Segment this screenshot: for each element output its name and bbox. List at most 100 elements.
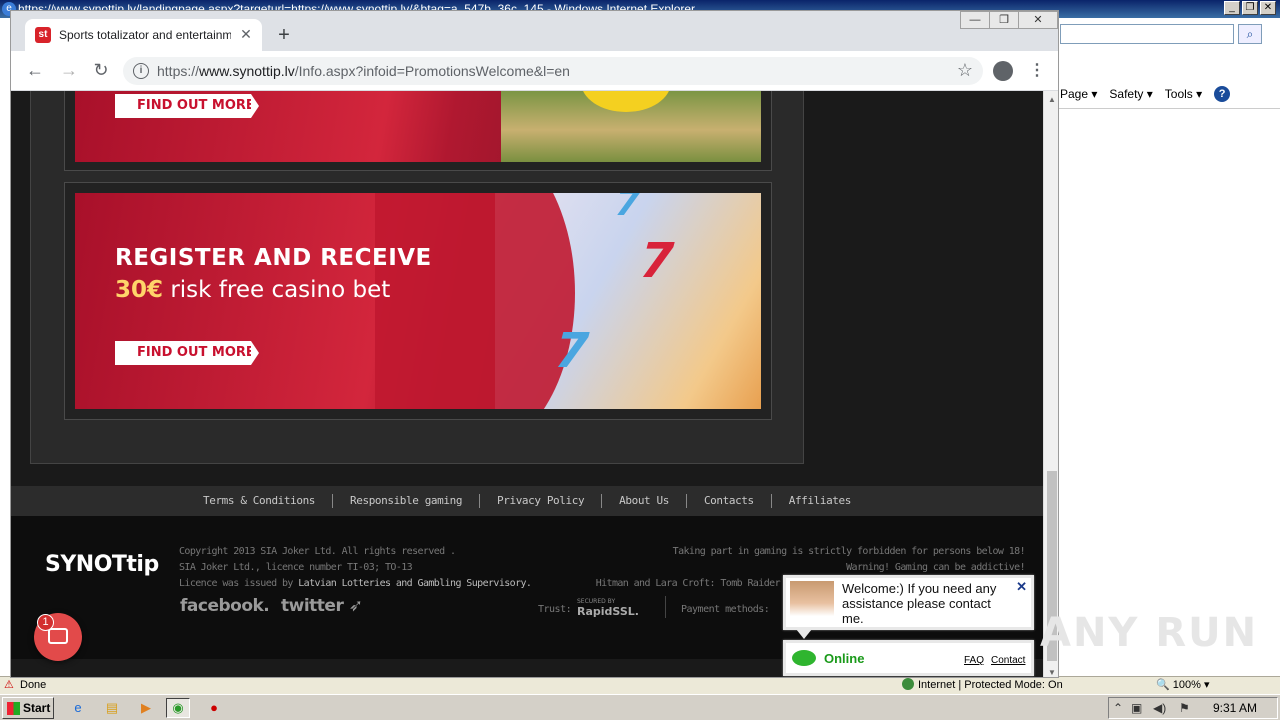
footer-nav: Terms & Conditions Responsible gaming Pr…	[11, 486, 1043, 516]
footer-link-responsible[interactable]: Responsible gaming	[332, 494, 479, 508]
find-out-more-button-2[interactable]: FIND OUT MORE	[115, 341, 259, 365]
scroll-down-icon[interactable]: ▼	[1047, 668, 1057, 677]
footer-link-terms[interactable]: Terms & Conditions	[186, 494, 332, 508]
help-icon[interactable]: ?	[1214, 86, 1231, 102]
ie-command-bar: Page ▾ Safety ▾ Tools ▾ ?	[1058, 84, 1280, 104]
ie-menu-safety[interactable]: Safety ▾	[1109, 87, 1152, 101]
chat-icon	[48, 628, 68, 644]
close-icon[interactable]: ✕	[1016, 579, 1027, 595]
page-scrollbar[interactable]: ▲ ▼	[1043, 91, 1058, 677]
chat-status: Online	[824, 651, 865, 666]
twitter-text: twitter	[281, 596, 344, 616]
ie-zoom-level: 100%	[1172, 679, 1201, 691]
trust-label: Trust:	[538, 604, 572, 615]
start-label: Start	[23, 701, 51, 715]
tab-close-icon[interactable]: ✕	[238, 26, 254, 42]
search-icon: ⌕	[1246, 27, 1254, 41]
copyright-text: Copyright 2013 SIA Joker Ltd. All rights…	[179, 546, 456, 557]
ie-restore-button[interactable]: ❐	[1242, 1, 1258, 15]
facebook-link[interactable]: facebook.	[180, 596, 270, 616]
network-icon[interactable]: ▣	[1131, 698, 1142, 718]
chat-welcome-text: Welcome:) If you need any assistance ple…	[842, 581, 997, 626]
promotions-container: FIND OUT MORE 7 7 7 REGISTER AND RECEIVE…	[30, 91, 804, 464]
globe-icon	[902, 678, 914, 690]
folder-taskbar-icon[interactable]: ▤	[100, 698, 124, 718]
twitter-link[interactable]: twitter ➶	[281, 596, 363, 616]
new-tab-button[interactable]: +	[273, 25, 295, 47]
url-scheme: https://	[157, 63, 200, 79]
tab-title: Sports totalizator and entertainment	[59, 28, 231, 42]
media-player-taskbar-icon[interactable]: ▶	[134, 698, 158, 718]
banner-swoosh	[375, 193, 575, 409]
tab-strip: st Sports totalizator and entertainment …	[11, 11, 1058, 51]
url-path: /Info.aspx?infoid=PromotionsWelcome&l=en	[294, 63, 570, 79]
faq-link[interactable]: FAQ	[964, 655, 984, 666]
ball-graphic	[581, 91, 671, 112]
chat-bubble-icon	[792, 650, 816, 666]
chrome-window-controls: — ❐ ✕	[960, 11, 1058, 29]
banner-frame-2: 7 7 7 REGISTER AND RECEIVE 30€ risk free…	[64, 182, 772, 420]
tray-expand-icon[interactable]: ⌃	[1113, 698, 1123, 718]
address-bar[interactable]: i https://www.synottip.lv/Info.aspx?info…	[123, 57, 983, 85]
chrome-toolbar: ← → ↻ i https://www.synottip.lv/Info.asp…	[11, 51, 1058, 91]
promo-banner-2[interactable]: 7 7 7 REGISTER AND RECEIVE 30€ risk free…	[75, 193, 761, 409]
footer-link-about[interactable]: About Us	[601, 494, 686, 508]
footer-link-contacts[interactable]: Contacts	[685, 494, 771, 508]
promo-banner-1-photo	[501, 91, 761, 162]
url-text: https://www.synottip.lv/Info.aspx?infoid…	[157, 63, 570, 79]
rapidssl-badge[interactable]: SECURED BY RapidSSL.	[577, 598, 639, 618]
close-button[interactable]: ✕	[1018, 11, 1058, 29]
ie-content-area	[1058, 108, 1280, 676]
supervisory-link[interactable]: Latvian Lotteries and Gambling Superviso…	[298, 578, 532, 589]
banner-frame-1: FIND OUT MORE	[64, 91, 772, 171]
ie-status-bar: ⚠ Done Internet | Protected Mode: On 🔍 1…	[0, 676, 1280, 694]
ie-zone: Internet | Protected Mode: On	[902, 677, 1063, 694]
favicon-icon: st	[35, 27, 51, 43]
site-info-icon[interactable]: i	[133, 63, 149, 79]
promo-banner-1[interactable]: FIND OUT MORE	[75, 91, 761, 162]
account-icon[interactable]	[993, 61, 1013, 81]
banner-subline-text: risk free casino bet	[170, 277, 391, 303]
chat-status-bar[interactable]: Online FAQ Contact	[783, 640, 1034, 676]
ie-window-area: ⌕ Page ▾ Safety ▾ Tools ▾ ?	[1058, 18, 1280, 676]
ie-search-box[interactable]	[1060, 24, 1234, 44]
reload-button[interactable]: ↻	[89, 59, 113, 83]
scroll-up-icon[interactable]: ▲	[1047, 95, 1057, 104]
start-button[interactable]: Start	[2, 697, 54, 719]
chrome-taskbar-icon[interactable]: ◉	[166, 698, 190, 718]
restore-button[interactable]: ❐	[989, 11, 1019, 29]
opera-taskbar-icon[interactable]: ●	[202, 698, 226, 718]
ie-taskbar-icon[interactable]: e	[66, 698, 90, 718]
payment-label: Payment methods:	[681, 604, 770, 615]
chat-welcome-popup[interactable]: Welcome:) If you need any assistance ple…	[783, 575, 1034, 639]
ie-close-button[interactable]: ✕	[1260, 1, 1276, 15]
ie-minimize-button[interactable]: _	[1224, 1, 1240, 15]
bookmark-star-icon[interactable]: ☆	[957, 60, 973, 81]
forward-button[interactable]: →	[57, 59, 81, 83]
ie-status-text: Done	[20, 679, 47, 691]
volume-icon[interactable]: ◀)	[1153, 698, 1166, 718]
footer-link-affiliates[interactable]: Affiliates	[770, 494, 868, 508]
chrome-menu-icon[interactable]: ⋮	[1029, 59, 1045, 83]
minimize-button[interactable]: —	[960, 11, 990, 29]
ie-zoom[interactable]: 🔍 100% ▾	[1156, 677, 1209, 694]
licence-issued: Licence was issued by Latvian Lotteries …	[179, 576, 532, 592]
chat-launcher-button[interactable]: 1	[34, 613, 82, 661]
contact-link[interactable]: Contact	[991, 655, 1025, 666]
footer-divider	[665, 596, 666, 618]
synottip-logo[interactable]: SYNOTtip	[45, 552, 159, 577]
tab-synottip[interactable]: st Sports totalizator and entertainment …	[25, 19, 262, 51]
flag-icon[interactable]: ⚑	[1179, 698, 1190, 718]
banner-subline: 30€ risk free casino bet	[115, 277, 390, 303]
warning-icon: ⚠	[4, 679, 14, 691]
ie-menu-tools[interactable]: Tools ▾	[1165, 87, 1202, 101]
ie-menu-page[interactable]: Page ▾	[1060, 87, 1097, 101]
addiction-warning: Warning! Gaming can be addictive!	[846, 562, 1025, 573]
back-button[interactable]: ←	[23, 59, 47, 83]
footer-copyright: Copyright 2013 SIA Joker Ltd. All rights…	[179, 544, 532, 592]
find-out-more-button-1[interactable]: FIND OUT MORE	[115, 94, 259, 118]
footer-link-privacy[interactable]: Privacy Policy	[479, 494, 601, 508]
ie-search-button[interactable]: ⌕	[1238, 24, 1262, 44]
taskbar: Start e ▤ ▶ ◉ ● ⌃ ▣ ◀) ⚑ 9:31 AM	[0, 694, 1280, 720]
clock: 9:31 AM	[1212, 701, 1257, 715]
